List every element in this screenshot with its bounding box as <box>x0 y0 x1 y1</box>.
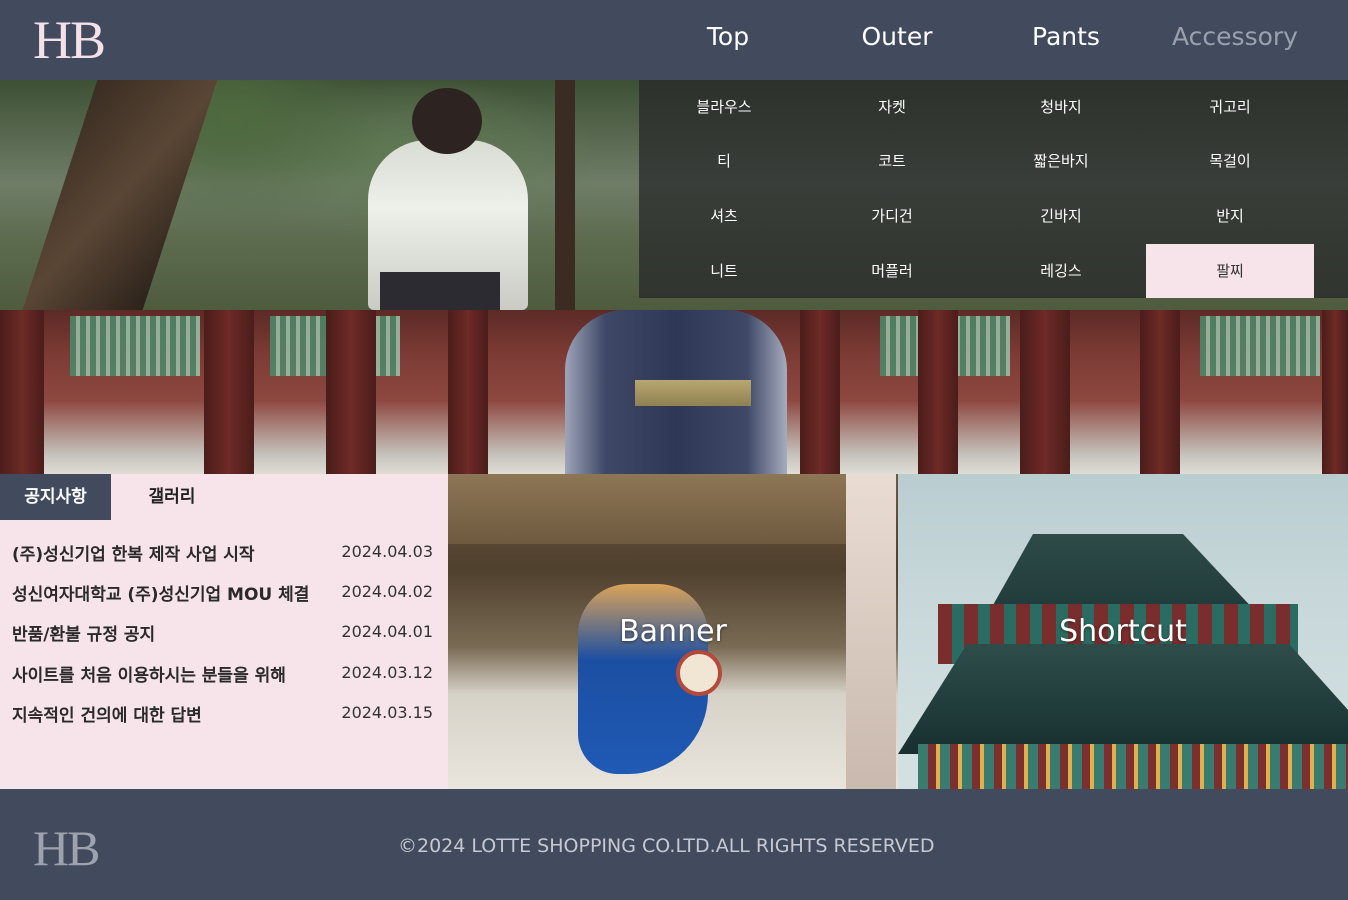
notice-date: 2024.04.02 <box>341 582 433 601</box>
nav-accessory[interactable]: Accessory <box>1150 22 1320 51</box>
palace-pillar <box>448 310 488 474</box>
notice-title[interactable]: (주)성신기업 한복 제작 사업 시작 <box>12 540 255 565</box>
banner-label: Banner <box>619 614 727 649</box>
shortcut-link[interactable]: Shortcut <box>898 474 1348 789</box>
palace-pillar <box>1322 310 1348 474</box>
logo[interactable]: HB <box>33 13 106 67</box>
dropdown-item-ring[interactable]: 반지 <box>1146 189 1314 243</box>
dropdown-item-blouse[interactable]: 블라우스 <box>640 80 808 134</box>
notice-row[interactable]: (주)성신기업 한복 제작 사업 시작 2024.04.03 <box>12 540 436 570</box>
palace-window-decoration <box>1200 316 1320 376</box>
palace-eaves <box>918 744 1348 789</box>
palace-pillar <box>204 310 254 474</box>
nav-outer[interactable]: Outer <box>812 22 982 51</box>
palace-roof-upper <box>988 534 1258 614</box>
header: HB Top Outer Pants Accessory <box>0 0 1348 80</box>
copyright-text: ©2024 LOTTE SHOPPING CO.LTD.ALL RIGHTS R… <box>398 835 935 857</box>
tree-trunk-decoration <box>555 80 575 310</box>
notice-row[interactable]: 반품/환불 규정 공지 2024.04.01 <box>12 620 436 650</box>
notice-title[interactable]: 성신여자대학교 (주)성신기업 MOU 체결 <box>12 580 309 605</box>
palace-pillar <box>800 310 840 474</box>
notice-row[interactable]: 지속적인 건의에 대한 답변 2024.03.15 <box>12 701 436 731</box>
notice-date: 2024.03.15 <box>341 703 433 722</box>
thatched-roof-decoration <box>448 474 848 544</box>
palace-pillar <box>1020 310 1070 474</box>
dropdown-item-knit[interactable]: 니트 <box>640 244 808 298</box>
category-dropdown: 블라우스 티 셔츠 니트 자켓 코트 가디건 머플러 청바지 짧은바지 긴바지 … <box>639 80 1348 298</box>
hanbok-figure-head <box>412 88 482 154</box>
palace-pillar <box>1140 310 1180 474</box>
drum-image <box>676 650 722 696</box>
palace-roof-lower <box>898 644 1348 754</box>
dropdown-item-long-pants[interactable]: 긴바지 <box>977 189 1145 243</box>
dropdown-item-necklace[interactable]: 목걸이 <box>1146 134 1314 188</box>
notice-date: 2024.04.03 <box>341 542 433 561</box>
footer: HB ©2024 LOTTE SHOPPING CO.LTD.ALL RIGHT… <box>0 789 1348 900</box>
dropdown-item-shirt[interactable]: 셔츠 <box>640 189 808 243</box>
hanbok-figure-skirt <box>380 272 500 310</box>
dropdown-item-cardigan[interactable]: 가디건 <box>808 189 976 243</box>
dropdown-item-earrings[interactable]: 귀고리 <box>1146 80 1314 134</box>
banner-link[interactable]: Banner <box>448 474 898 789</box>
tab-gallery[interactable]: 갤러리 <box>111 474 233 520</box>
dropdown-item-leggings[interactable]: 레깅스 <box>977 244 1145 298</box>
dropdown-item-coat[interactable]: 코트 <box>808 134 976 188</box>
palace-pillar <box>326 310 376 474</box>
shortcut-label: Shortcut <box>1059 614 1187 649</box>
dropdown-item-muffler[interactable]: 머플러 <box>808 244 976 298</box>
notice-title[interactable]: 사이트를 처음 이용하시는 분들을 위해 <box>12 661 286 686</box>
hanbok-figure-belt <box>635 380 751 406</box>
notice-board: 공지사항 갤러리 (주)성신기업 한복 제작 사업 시작 2024.04.03 … <box>0 474 448 789</box>
dropdown-item-tee[interactable]: 티 <box>640 134 808 188</box>
dropdown-item-bracelet[interactable]: 팔찌 <box>1146 244 1314 298</box>
notice-row[interactable]: 사이트를 처음 이용하시는 분들을 위해 2024.03.12 <box>12 661 436 691</box>
notice-title[interactable]: 반품/환불 규정 공지 <box>12 620 155 645</box>
notice-date: 2024.04.01 <box>341 622 433 641</box>
tab-notice[interactable]: 공지사항 <box>0 474 111 520</box>
dropdown-item-jacket[interactable]: 자켓 <box>808 80 976 134</box>
nav-top[interactable]: Top <box>643 22 813 51</box>
palace-window-decoration <box>70 316 200 376</box>
notice-date: 2024.03.12 <box>341 663 433 682</box>
palace-pillar <box>0 310 44 474</box>
dropdown-item-jeans[interactable]: 청바지 <box>977 80 1145 134</box>
notice-row[interactable]: 성신여자대학교 (주)성신기업 MOU 체결 2024.04.02 <box>12 580 436 610</box>
palace-pillar <box>918 310 958 474</box>
footer-logo: HB <box>33 820 100 876</box>
nav-pants[interactable]: Pants <box>981 22 1151 51</box>
dropdown-item-shorts[interactable]: 짧은바지 <box>977 134 1145 188</box>
notice-title[interactable]: 지속적인 건의에 대한 답변 <box>12 701 202 726</box>
